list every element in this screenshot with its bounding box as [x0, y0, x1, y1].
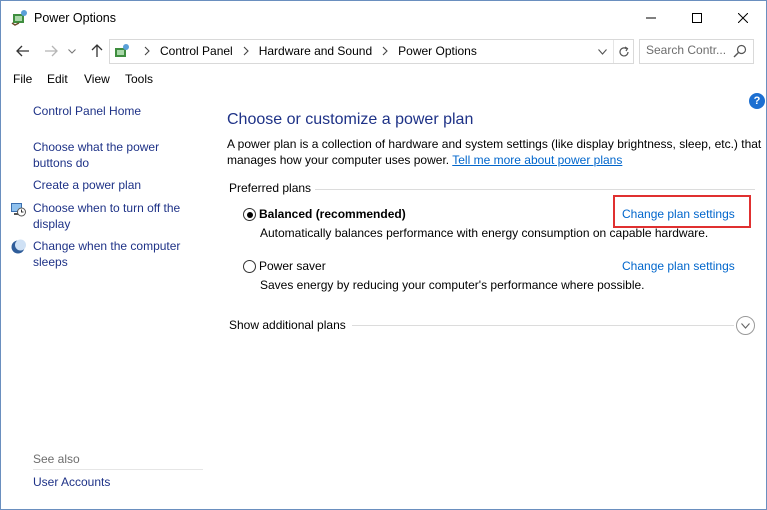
preferred-plans-divider — [315, 189, 755, 190]
breadcrumb-control-panel[interactable]: Control Panel — [160, 44, 233, 58]
see-also-heading: See also — [33, 452, 80, 466]
refresh-button[interactable] — [613, 40, 633, 63]
up-arrow-icon — [91, 44, 103, 57]
chevron-down-icon — [741, 322, 750, 329]
page-title: Choose or customize a power plan — [227, 111, 474, 128]
moon-icon — [11, 239, 26, 254]
control-panel-icon — [115, 44, 129, 57]
help-button[interactable]: ? — [749, 93, 765, 109]
up-button[interactable] — [87, 41, 107, 61]
back-arrow-icon — [16, 45, 29, 57]
monitor-clock-icon — [11, 203, 26, 217]
plan-power-saver-name[interactable]: Power saver — [259, 259, 326, 273]
recent-locations-button[interactable] — [65, 41, 79, 61]
sidebar-item-power-buttons[interactable]: Choose what the power buttons do — [33, 140, 173, 171]
minimize-button[interactable] — [628, 1, 674, 35]
preferred-plans-label: Preferred plans — [229, 181, 312, 195]
expand-additional-plans-button[interactable] — [736, 316, 755, 335]
power-options-app-icon — [11, 10, 27, 26]
forward-arrow-icon — [45, 45, 58, 57]
maximize-icon — [692, 13, 702, 23]
plan-balanced-description: Automatically balances performance with … — [260, 226, 709, 240]
menu-view[interactable]: View — [84, 72, 110, 86]
chevron-right-icon[interactable] — [381, 46, 389, 56]
additional-plans-divider — [352, 325, 734, 326]
maximize-button[interactable] — [674, 1, 720, 35]
control-panel-home-link[interactable]: Control Panel Home — [33, 104, 203, 120]
menu-tools[interactable]: Tools — [125, 72, 153, 86]
plan-power-saver-radio[interactable] — [243, 260, 256, 273]
search-icon[interactable] — [733, 44, 747, 58]
close-icon — [738, 13, 748, 23]
user-accounts-link[interactable]: User Accounts — [33, 475, 110, 489]
window-title: Power Options — [34, 11, 116, 25]
chevron-right-icon — [144, 46, 150, 56]
title-bar: Power Options — [1, 1, 766, 35]
sidebar-item-create-plan[interactable]: Create a power plan — [33, 178, 203, 194]
highlight-annotation-box — [613, 195, 751, 228]
breadcrumb-hardware-and-sound[interactable]: Hardware and Sound — [259, 44, 372, 58]
menu-edit[interactable]: Edit — [47, 72, 68, 86]
learn-more-link[interactable]: Tell me more about power plans — [452, 153, 622, 167]
plan-power-saver-description: Saves energy by reducing your computer's… — [260, 278, 645, 292]
back-button[interactable] — [13, 41, 33, 61]
menu-bar: File Edit View Tools — [1, 69, 766, 89]
refresh-icon — [618, 45, 629, 56]
menu-file[interactable]: File — [13, 72, 32, 86]
search-box[interactable] — [639, 39, 754, 64]
power-options-window: Power Options Control Panel Hardware and… — [0, 0, 767, 510]
question-mark-icon: ? — [753, 95, 761, 107]
sidebar-item-turn-off-display[interactable]: Choose when to turn off the display — [33, 201, 193, 232]
chevron-down-icon — [598, 48, 607, 55]
plan-balanced-name[interactable]: Balanced (recommended) — [259, 207, 406, 221]
search-input[interactable] — [646, 43, 730, 57]
plan-power-saver-change-settings-link[interactable]: Change plan settings — [622, 259, 735, 273]
forward-button[interactable] — [41, 41, 61, 61]
page-description: A power plan is a collection of hardware… — [227, 137, 762, 168]
left-pane: Control Panel Home Choose what the power… — [1, 91, 211, 509]
chevron-down-icon — [68, 48, 76, 54]
chevron-right-icon[interactable] — [242, 46, 250, 56]
address-history-dropdown[interactable] — [593, 40, 612, 63]
see-also-divider — [33, 469, 203, 470]
minimize-icon — [646, 17, 656, 19]
sidebar-item-computer-sleeps[interactable]: Change when the computer sleeps — [33, 239, 193, 270]
breadcrumb: Control Panel Hardware and Sound Power O… — [134, 44, 477, 58]
plan-balanced-radio[interactable] — [243, 208, 256, 221]
show-additional-plans-label[interactable]: Show additional plans — [229, 318, 346, 332]
main-content: ? Choose or customize a power plan A pow… — [211, 91, 766, 509]
address-bar[interactable]: Control Panel Hardware and Sound Power O… — [109, 39, 634, 64]
navigation-bar: Control Panel Hardware and Sound Power O… — [1, 35, 766, 67]
breadcrumb-power-options[interactable]: Power Options — [398, 44, 477, 58]
close-button[interactable] — [720, 1, 766, 35]
